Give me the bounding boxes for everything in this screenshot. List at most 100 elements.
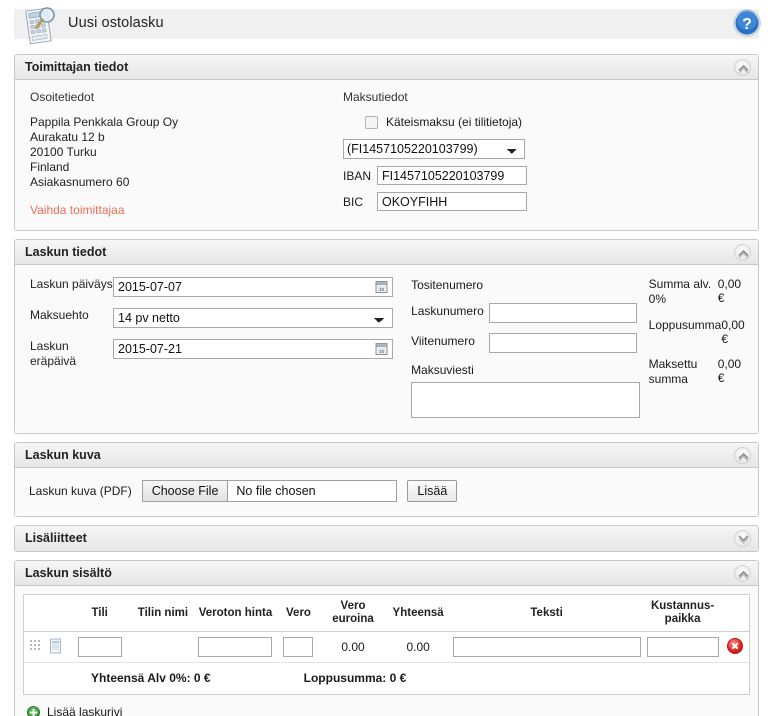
due-date-label: Laskun eräpäivä (30, 339, 77, 368)
bic-input[interactable] (377, 192, 527, 211)
invoice-numbers-column: Tositenumero Laskunumero Viitenumero Mak… (411, 277, 649, 421)
invoice-lines-body: 0.00 0.00 Yhteensä Alv 0%: 0 € Loppusumm… (23, 631, 750, 695)
attachments-panel-title: Lisäliitteet (25, 531, 87, 545)
table-row: 0.00 0.00 (23, 631, 750, 663)
add-invoice-line-label: Lisää laskurivi (47, 705, 123, 716)
chevron-up-icon[interactable] (734, 59, 751, 76)
address-line: Aurakatu 12 b (30, 130, 105, 144)
bank-account-select[interactable]: (FI1457105220103799) (343, 139, 525, 159)
attachments-panel: Lisäliitteet (14, 525, 759, 552)
cell-doc[interactable] (44, 631, 67, 663)
th-drag (23, 594, 45, 632)
invoice-content-panel-title: Laskun sisältö (25, 566, 112, 580)
choose-file-button[interactable]: Choose File (142, 481, 229, 501)
help-question-icon[interactable]: ? (731, 7, 763, 39)
total-sum-row: Loppusumma 0,00 € (649, 318, 748, 346)
invoice-lines-table: Tili Tilin nimi Veroton hinta Vero Vero … (23, 594, 750, 695)
invoice-number-input[interactable] (489, 303, 638, 323)
chevron-down-icon[interactable] (734, 530, 751, 547)
chevron-up-icon[interactable] (734, 565, 751, 582)
invoice-date-label: Laskun päiväys (30, 277, 113, 291)
invoice-lines-header: Tili Tilin nimi Veroton hinta Vero Vero … (23, 594, 750, 632)
due-date-input[interactable] (113, 339, 393, 359)
file-input-group[interactable]: Choose File No file chosen (141, 480, 398, 502)
address-line: Asiakasnumero 60 (30, 175, 130, 189)
total-vat-value: 0,00 € (717, 277, 742, 305)
paid-sum-row: Maksettu summa 0,00 € (649, 357, 748, 387)
invoice-number-row: Laskunumero (411, 303, 649, 323)
chevron-up-icon[interactable] (734, 244, 751, 261)
invoice-date-row: Laskun päiväys 15 (25, 277, 411, 297)
th-cost-center-line2: paikka (664, 613, 701, 625)
add-invoice-line-button[interactable]: Lisää laskurivi (27, 705, 746, 716)
file-upload-label: Laskun kuva (PDF) (29, 484, 132, 498)
cell-cost-center[interactable] (643, 631, 722, 663)
page-header: Uusi ostolasku ? (0, 0, 773, 48)
document-icon[interactable] (49, 638, 62, 654)
invoice-dates-column: Laskun päiväys 15 Maksuehto (25, 277, 411, 421)
change-supplier-link[interactable]: Vaihda toimittajaa (30, 203, 125, 217)
payment-term-select[interactable]: 14 pv netto (113, 308, 393, 328)
account-input[interactable] (77, 637, 122, 657)
cell-vat-euro: 0.00 (319, 631, 387, 663)
calendar-icon[interactable]: 15 (375, 280, 389, 294)
supplier-panel-title: Toimittajan tiedot (25, 60, 129, 74)
cell-total: 0.00 (386, 631, 450, 663)
th-total: Yhteensä (386, 594, 450, 632)
svg-text:15: 15 (379, 287, 385, 292)
reference-number-label: Viitenumero (411, 334, 475, 348)
th-vat-euro: Vero euroina (319, 594, 387, 632)
chevron-up-icon[interactable] (734, 447, 751, 464)
iban-label: IBAN (343, 168, 372, 183)
bic-row: BIC (343, 192, 748, 211)
invoice-totals-column: Summa alv. 0% 0,00 € Loppusumma 0,00 € M… (649, 277, 748, 421)
cell-delete[interactable] (721, 631, 750, 663)
page-title: Uusi ostolasku (68, 15, 164, 31)
supplier-panel: Toimittajan tiedot Osoitetiedot Pappila … (14, 54, 759, 231)
reference-number-input[interactable] (489, 333, 638, 353)
cell-vat[interactable] (277, 631, 320, 663)
net-price-input[interactable] (198, 637, 273, 657)
delete-circle-icon[interactable] (727, 637, 744, 654)
total-vat-row: Summa alv. 0% 0,00 € (649, 277, 748, 307)
invoice-info-panel-body: Laskun päiväys 15 Maksuehto (15, 265, 758, 433)
payment-term-label: Maksuehto (30, 308, 89, 322)
drag-handle-icon[interactable] (28, 639, 40, 652)
plus-circle-green-icon[interactable] (27, 705, 40, 716)
add-file-button[interactable]: Lisää (407, 480, 458, 502)
invoice-image-panel-body: Laskun kuva (PDF) Choose File No file ch… (15, 468, 758, 516)
payment-message-textarea[interactable] (411, 382, 641, 418)
invoice-search-icon (25, 7, 55, 45)
payment-label: Maksutiedot (343, 90, 408, 104)
th-delete (721, 594, 750, 632)
vat-input[interactable] (283, 637, 314, 657)
calendar-icon[interactable]: 15 (375, 342, 389, 356)
th-vat: Vero (277, 594, 320, 632)
payment-column: Maksutiedot Käteismaksu (ei tilitietoja)… (343, 90, 748, 218)
cell-account-name (132, 631, 194, 663)
cell-account[interactable] (66, 631, 133, 663)
svg-text:15: 15 (379, 349, 385, 354)
reference-number-row: Viitenumero (411, 333, 649, 353)
invoice-content-panel-body: Tili Tilin nimi Veroton hinta Vero Vero … (15, 586, 758, 716)
cash-payment-checkbox[interactable] (365, 115, 378, 129)
total-sum-value: 0,00 € (721, 318, 745, 346)
cell-text[interactable] (449, 631, 644, 663)
cost-center-input[interactable] (646, 637, 719, 657)
line-text-input[interactable] (452, 637, 641, 657)
address-line: 20100 Turku (30, 145, 97, 159)
iban-input[interactable] (377, 166, 527, 185)
table-totals-row: Yhteensä Alv 0%: 0 € Loppusumma: 0 € (23, 662, 750, 695)
invoice-lines-actions: Lisää laskurivi Kommentti (23, 695, 750, 716)
cell-net-price[interactable] (193, 631, 278, 663)
invoice-date-input[interactable] (113, 277, 393, 297)
invoice-content-panel: Laskun sisältö Tili Tilin nimi Veroton h… (14, 560, 759, 716)
cell-drag[interactable] (23, 631, 45, 663)
th-doc (44, 594, 67, 632)
cash-payment-row: Käteismaksu (ei tilitietoja) (365, 115, 748, 129)
voucher-number-label: Tositenumero (411, 278, 484, 292)
total-vat-label: Summa alv. 0% (648, 277, 712, 306)
address-label: Osoitetiedot (30, 90, 95, 104)
payment-term-row: Maksuehto 14 pv netto (25, 308, 411, 328)
payment-message-label: Maksuviesti (411, 363, 474, 377)
